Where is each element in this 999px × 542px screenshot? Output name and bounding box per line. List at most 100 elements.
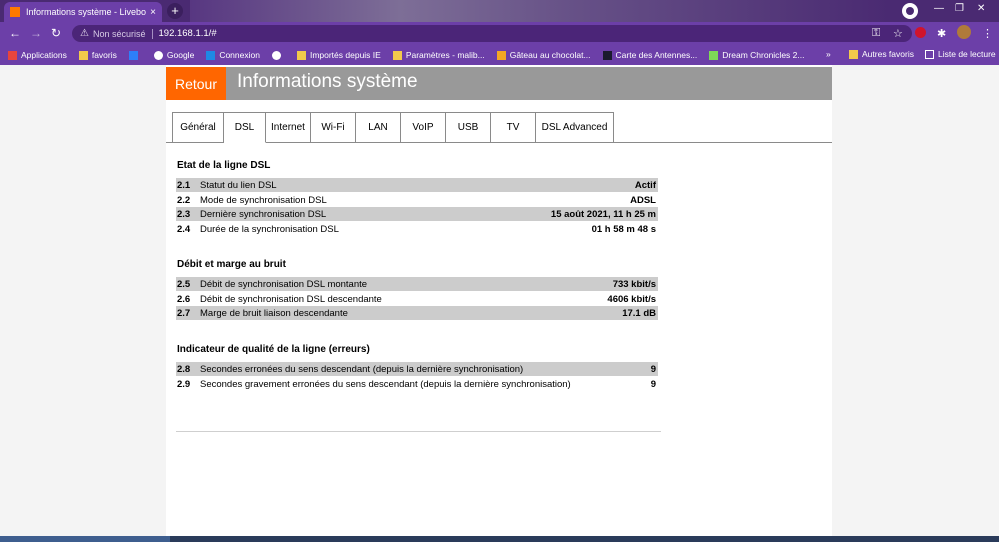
row-number: 2.5: [177, 278, 191, 290]
bookmark-outlook[interactable]: [128, 50, 142, 60]
browser-toolbar: ← → ↻ ⚠ Non sécurisé 192.168.1.1/# ⚿ ☆ ✱…: [0, 22, 999, 45]
close-tab-icon[interactable]: ×: [150, 7, 156, 18]
bookmark-parametres[interactable]: Paramètres - malib...: [392, 50, 485, 60]
recipe-site-icon: [496, 50, 506, 60]
row-value: 9: [650, 363, 656, 375]
apps-grid-icon: [8, 50, 17, 60]
bookmark-gateau[interactable]: Gâteau au chocolat...: [496, 50, 591, 60]
bookmark-site[interactable]: [271, 50, 285, 60]
new-tab-button[interactable]: +: [167, 3, 183, 19]
titlebar-background: [190, 0, 890, 22]
bookmark-other-favorites[interactable]: Autres favoris: [849, 49, 914, 59]
folder-icon: [849, 49, 858, 59]
table-row: 2.1 Statut du lien DSL Actif: [176, 178, 658, 192]
tab-general[interactable]: Général: [172, 112, 224, 143]
profile-menu-icon[interactable]: [902, 3, 918, 19]
warning-triangle-icon[interactable]: ⚠: [80, 28, 89, 39]
back-arrow-icon[interactable]: ←: [9, 26, 21, 40]
restore-icon[interactable]: ❐: [955, 3, 964, 14]
bookmark-favoris[interactable]: favoris: [78, 50, 117, 60]
livebox-favicon-icon: [10, 7, 20, 17]
folder-icon: [78, 50, 88, 60]
browser-tab[interactable]: Informations système - Livebox C ×: [4, 2, 162, 22]
bookmark-antennes[interactable]: Carte des Antennes...: [602, 50, 697, 60]
row-value: 17.1 dB: [622, 307, 656, 319]
row-label: Durée de la synchronisation DSL: [200, 223, 339, 235]
row-value: 733 kbit/s: [612, 278, 656, 290]
row-value: 01 h 58 m 48 s: [591, 223, 656, 235]
signal-bars-icon: [602, 50, 612, 60]
section-title-debit-marge: Débit et marge au bruit: [177, 259, 286, 270]
row-value: 9: [650, 378, 656, 390]
browser-titlebar: Informations système - Livebox C × + — ❐…: [0, 0, 999, 22]
reload-icon[interactable]: ↻: [51, 26, 61, 40]
page-header: Retour Informations système: [166, 67, 832, 100]
folder-icon: [392, 50, 402, 60]
extensions-puzzle-icon[interactable]: ✱: [937, 27, 946, 40]
avatar[interactable]: [957, 25, 971, 39]
tab-dsl[interactable]: DSL: [224, 112, 266, 143]
livebox-page: Retour Informations système Général DSL …: [166, 65, 832, 536]
row-number: 2.3: [177, 208, 191, 220]
row-value: Actif: [634, 179, 656, 191]
table-row: 2.3 Dernière synchronisation DSL 15 août…: [176, 207, 658, 221]
tab-voip[interactable]: VoIP: [401, 112, 446, 143]
security-label: Non sécurisé: [92, 28, 146, 39]
content-divider: [176, 431, 661, 432]
row-number: 2.8: [177, 363, 191, 375]
row-number: 2.9: [177, 378, 191, 390]
google-icon: [153, 50, 163, 60]
row-label: Débit de synchronisation DSL montante: [200, 278, 368, 290]
row-label: Statut du lien DSL: [200, 179, 277, 191]
extension-icon[interactable]: [915, 27, 926, 38]
table-row: 2.6 Débit de synchronisation DSL descend…: [176, 292, 658, 306]
table-row: 2.8 Secondes erronées du sens descendant…: [176, 362, 658, 376]
row-value: ADSL: [630, 194, 656, 206]
bookmark-dream-chronicles[interactable]: Dream Chronicles 2...: [709, 50, 804, 60]
back-button[interactable]: Retour: [166, 67, 226, 100]
tab-internet[interactable]: Internet: [266, 112, 311, 143]
row-label: Mode de synchronisation DSL: [200, 194, 327, 206]
more-bookmarks-chevron-icon[interactable]: »: [826, 49, 831, 59]
reading-list-button[interactable]: Liste de lecture: [925, 49, 996, 59]
minimize-icon[interactable]: —: [934, 3, 944, 14]
page-title: Informations système: [237, 71, 418, 92]
reading-list-icon: [925, 49, 934, 59]
row-number: 2.1: [177, 179, 191, 191]
star-icon[interactable]: ☆: [893, 27, 903, 40]
row-label: Marge de bruit liaison descendante: [200, 307, 348, 319]
bookmark-imported-ie[interactable]: Importés depuis IE: [296, 50, 381, 60]
bookmark-google[interactable]: Google: [153, 50, 194, 60]
bookmark-connexion[interactable]: Connexion: [206, 50, 260, 60]
row-number: 2.2: [177, 194, 191, 206]
globe-icon: [271, 50, 281, 60]
section-title-qualite-ligne: Indicateur de qualité de la ligne (erreu…: [177, 344, 370, 355]
url-text[interactable]: 192.168.1.1/#: [159, 28, 217, 39]
tab-usb[interactable]: USB: [446, 112, 491, 143]
tab-wifi[interactable]: Wi-Fi: [311, 112, 356, 143]
row-value: 4606 kbit/s: [607, 293, 656, 305]
row-label: Débit de synchronisation DSL descendante: [200, 293, 382, 305]
table-row: 2.7 Marge de bruit liaison descendante 1…: [176, 306, 658, 320]
tab-lan[interactable]: LAN: [356, 112, 401, 143]
row-number: 2.4: [177, 223, 191, 235]
address-bar[interactable]: ⚠ Non sécurisé 192.168.1.1/#: [72, 25, 912, 42]
key-icon[interactable]: ⚿: [872, 27, 880, 40]
close-window-icon[interactable]: ✕: [977, 3, 985, 14]
tab-tv[interactable]: TV: [491, 112, 536, 143]
table-row: 2.2 Mode de synchronisation DSL ADSL: [176, 193, 658, 207]
page-margin-left: [0, 65, 166, 536]
page-viewport: Retour Informations système Général DSL …: [0, 65, 999, 536]
folder-icon: [296, 50, 306, 60]
tab-dsl-advanced[interactable]: DSL Advanced: [536, 112, 614, 143]
forward-arrow-icon[interactable]: →: [30, 26, 42, 40]
menu-dots-icon[interactable]: ⋮: [982, 27, 993, 40]
bookmark-applications[interactable]: Applications: [8, 50, 67, 60]
outlook-icon: [206, 50, 216, 60]
page-margin-right: [832, 65, 999, 536]
taskbar-start-area[interactable]: [0, 536, 170, 542]
row-number: 2.6: [177, 293, 191, 305]
system-info-tabs: Général DSL Internet Wi-Fi LAN VoIP USB …: [172, 112, 614, 143]
game-site-icon: [709, 50, 719, 60]
row-value: 15 août 2021, 11 h 25 m: [550, 208, 656, 220]
